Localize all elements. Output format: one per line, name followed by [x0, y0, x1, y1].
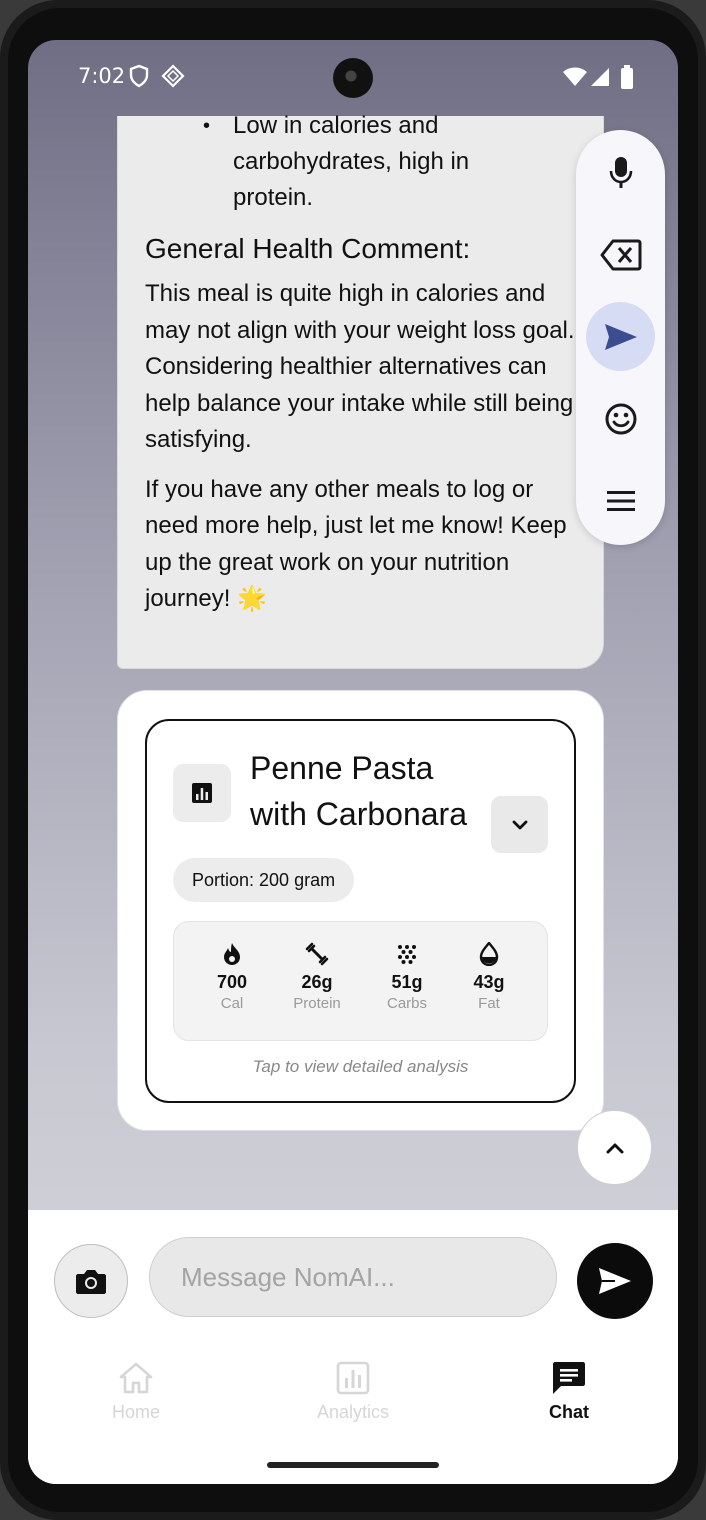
- backspace-icon: [600, 239, 641, 270]
- macro-protein: 26g Protein: [277, 940, 357, 1012]
- shield-icon: [129, 64, 149, 92]
- food-analysis-card[interactable]: Penne Pasta with Carbonara Portion: 200 …: [145, 719, 576, 1103]
- screen: 7:02 Low in calories and carbohydrates, …: [28, 40, 678, 1484]
- nav-label: Home: [111, 1402, 160, 1422]
- macro-calories: 700 Cal: [192, 940, 272, 1012]
- scroll-to-top-button[interactable]: [577, 1110, 652, 1185]
- message-input[interactable]: [149, 1237, 557, 1317]
- macro-fat: 43g Fat: [449, 940, 529, 1012]
- bottom-panel: Home Analytics Chat: [28, 1210, 678, 1484]
- food-card-container: Penne Pasta with Carbonara Portion: 200 …: [117, 690, 604, 1131]
- status-bar: 7:02: [28, 40, 678, 116]
- bullet-line: Low in calories and: [233, 112, 439, 139]
- portion-chip: Portion: 200 gram: [173, 858, 355, 902]
- section-heading: General Health Comment:: [145, 233, 471, 264]
- macro-value: 51g: [391, 972, 423, 992]
- expand-button[interactable]: [491, 796, 548, 853]
- macro-summary: 700 Cal 26g Protein 51g Carbs 43g Fat: [173, 921, 548, 1041]
- home-indicator[interactable]: [267, 1462, 439, 1468]
- emoji-button[interactable]: [586, 384, 655, 453]
- voice-input-button[interactable]: [586, 138, 655, 207]
- send-icon: [599, 1268, 631, 1294]
- chevron-down-icon: [512, 820, 527, 829]
- food-name-line: with Carbonara: [250, 796, 467, 832]
- macro-label: Fat: [478, 995, 500, 1012]
- backspace-button[interactable]: [586, 220, 655, 289]
- macro-label: Carbs: [386, 995, 427, 1012]
- status-time: 7:02: [78, 64, 126, 88]
- macro-label: Protein: [293, 995, 341, 1012]
- signal-icon: [589, 66, 611, 92]
- message-paragraph: If you have any other meals to log or ne…: [145, 475, 567, 613]
- macro-value: 26g: [301, 972, 333, 992]
- camera-icon: [76, 1270, 106, 1294]
- food-name: Penne Pasta with Carbonara: [250, 745, 495, 837]
- chevron-up-icon: [606, 1143, 623, 1153]
- bullet-line: carbohydrates, high in: [233, 148, 470, 175]
- keyboard-send-button[interactable]: [586, 302, 655, 371]
- nav-analytics[interactable]: Analytics: [283, 1358, 423, 1423]
- dumbbell-icon: [277, 940, 357, 968]
- emoji-icon: [605, 403, 636, 434]
- nav-label: Analytics: [316, 1402, 390, 1422]
- grain-icon: [367, 940, 447, 968]
- home-icon: [66, 1358, 206, 1398]
- send-button[interactable]: [577, 1243, 653, 1319]
- food-name-line: Penne Pasta: [250, 750, 434, 786]
- diamond-icon: [161, 64, 185, 92]
- send-icon: [604, 323, 637, 350]
- menu-icon: [606, 490, 635, 511]
- tap-hint: Tap to view detailed analysis: [252, 1057, 469, 1076]
- assistant-message-bubble: Low in calories and carbohydrates, high …: [117, 108, 604, 669]
- message-content: Low in calories and carbohydrates, high …: [145, 108, 575, 631]
- drop-icon: [449, 940, 529, 968]
- battery-icon: [620, 64, 634, 94]
- nav-label: Chat: [549, 1402, 589, 1422]
- chart-icon: [173, 764, 231, 822]
- message-paragraph: This meal is quite high in calories and …: [145, 280, 575, 453]
- chat-icon: [499, 1358, 639, 1398]
- nav-home[interactable]: Home: [66, 1358, 206, 1423]
- analytics-icon: [283, 1358, 423, 1398]
- camera-button[interactable]: [54, 1244, 128, 1318]
- bullet-item: Low in calories and carbohydrates, high …: [145, 108, 575, 216]
- nav-chat[interactable]: Chat: [499, 1358, 639, 1423]
- front-camera: [333, 58, 373, 98]
- macro-label: Cal: [220, 995, 244, 1012]
- menu-button[interactable]: [586, 466, 655, 535]
- macro-value: 700: [216, 972, 248, 992]
- macro-value: 43g: [473, 972, 505, 992]
- floating-keyboard-toolbar: [576, 130, 665, 545]
- bullet-line: protein.: [233, 184, 314, 211]
- mic-icon: [609, 156, 632, 188]
- flame-icon: [192, 940, 272, 968]
- macro-carbs: 51g Carbs: [367, 940, 447, 1012]
- wifi-icon: [562, 66, 588, 92]
